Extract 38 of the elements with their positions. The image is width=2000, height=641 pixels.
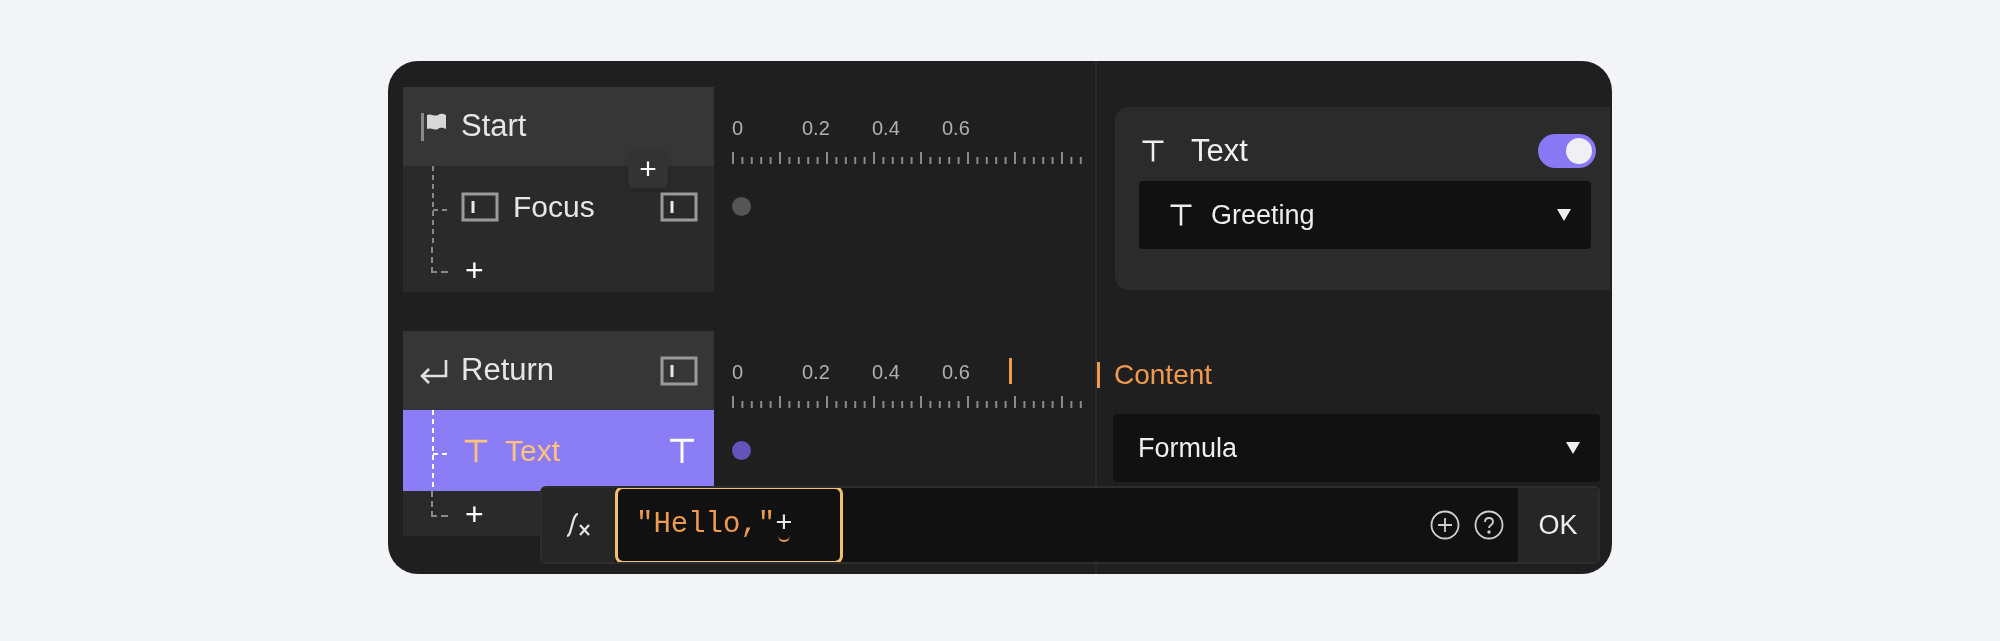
add-button[interactable]: + [628, 150, 668, 188]
ok-button[interactable]: OK [1518, 488, 1598, 562]
toggle-switch[interactable] [1538, 134, 1596, 168]
add-circle-icon[interactable] [1430, 510, 1460, 540]
track-title: Start [461, 107, 527, 146]
ruler-label: 0.6 [942, 117, 970, 139]
add-layer-row[interactable]: + [403, 247, 714, 292]
ruler-label: 0.4 [872, 117, 900, 139]
frame-icon [660, 355, 698, 386]
ruler-label: 0 [732, 117, 744, 139]
layer-title: Text [1191, 131, 1249, 170]
ruler-label: 0.6 [942, 361, 970, 383]
frame-icon [461, 191, 499, 222]
layer-label: Focus [513, 189, 596, 225]
caret-icon [1566, 442, 1580, 454]
help-icon[interactable] [1474, 510, 1504, 540]
ruler-label: 0.2 [802, 117, 830, 139]
ruler-label: 0 [732, 361, 744, 383]
operator-text: + [775, 507, 793, 545]
ruler-label: 0.4 [872, 361, 900, 383]
frame-icon [660, 191, 698, 222]
section-label: Content [1114, 358, 1213, 392]
caret-icon [1557, 209, 1571, 221]
string-literal: "Hello," [636, 507, 776, 544]
content-dropdown[interactable]: Formula [1113, 414, 1600, 482]
function-icon [564, 512, 593, 538]
add-label: + [465, 497, 484, 530]
return-icon [419, 357, 449, 384]
layer-dropdown[interactable]: Greeting [1139, 181, 1591, 249]
track-header[interactable]: Return [403, 331, 714, 410]
add-label: + [465, 253, 484, 286]
layer-label: Text [505, 433, 562, 469]
section-marker [1097, 362, 1100, 388]
formula-field[interactable]: "Hello,"+ [615, 488, 843, 562]
ruler-label: 0.2 [802, 361, 830, 383]
track-title: Return [461, 351, 555, 390]
flag-icon [419, 111, 449, 142]
playhead-marker [1009, 358, 1012, 384]
